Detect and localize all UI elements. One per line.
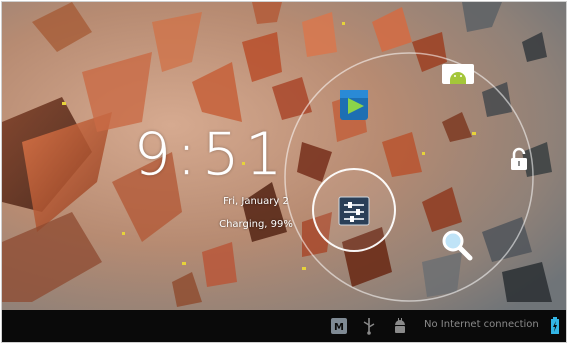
play-store-target[interactable]: [334, 84, 374, 124]
lock-date: Fri, January 2: [223, 196, 289, 207]
sliders-icon: [338, 196, 370, 226]
search-target[interactable]: [440, 228, 474, 262]
battery-charging-icon: [550, 317, 560, 339]
android-target[interactable]: [440, 58, 476, 88]
settings-handle[interactable]: [338, 196, 370, 226]
usb-icon: [362, 317, 376, 339]
android-camera-icon: [442, 64, 474, 84]
play-store-icon: [340, 90, 368, 120]
network-status: No Internet connection: [424, 319, 539, 330]
unlock-target[interactable]: [506, 146, 532, 172]
magnifier-icon: [442, 230, 473, 261]
status-bar: M No Internet connection: [2, 310, 566, 342]
lock-clock: 9:51: [133, 120, 289, 188]
unlock-icon: [511, 147, 527, 170]
android-debug-icon: [392, 317, 408, 339]
svg-text:M: M: [334, 322, 344, 333]
messenger-icon: M: [330, 317, 348, 339]
lock-screen: 9:51 Fri, January 2 Charging, 99% M No I…: [0, 0, 568, 344]
charging-status: Charging, 99%: [219, 219, 293, 230]
